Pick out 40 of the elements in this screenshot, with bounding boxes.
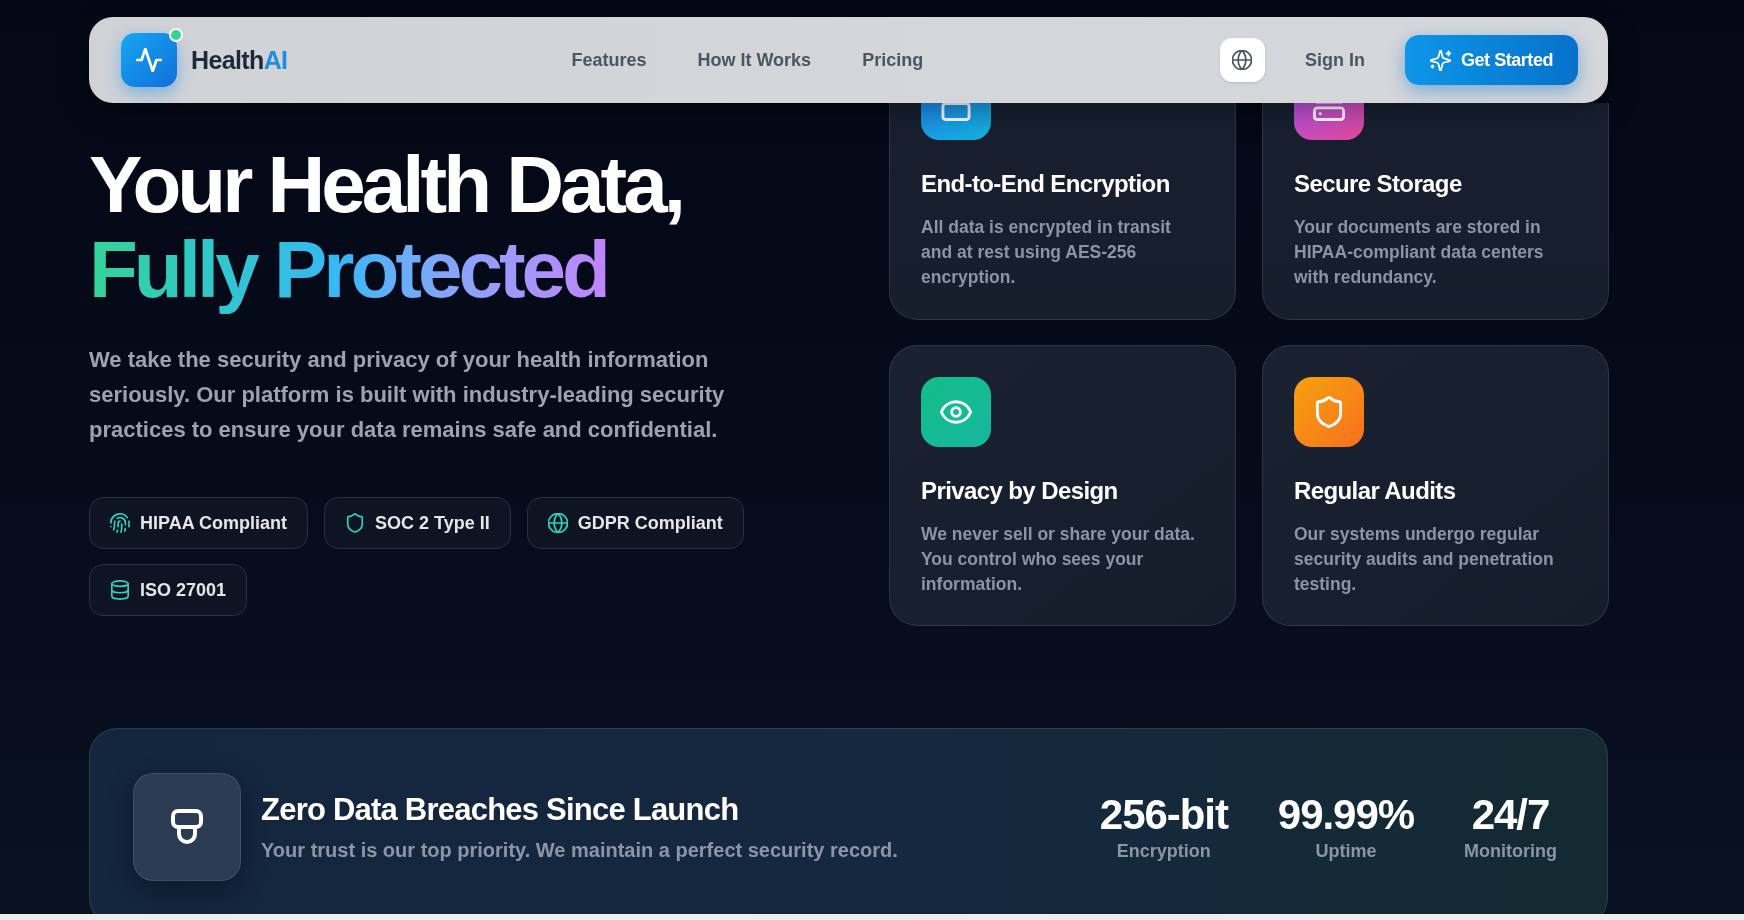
feature-title: End-to-End Encryption <box>921 169 1171 199</box>
shield-icon <box>345 513 365 533</box>
feature-title: Secure Storage <box>1294 169 1463 199</box>
stat-label: Monitoring <box>1464 839 1557 863</box>
stat-label: Uptime <box>1315 839 1377 863</box>
stat-value: 256-bit <box>1099 791 1228 838</box>
get-started-button[interactable]: Get Started <box>1404 35 1578 85</box>
eye-icon <box>921 377 991 447</box>
stat-value: 24/7 <box>1471 791 1550 838</box>
sparkles-icon <box>1429 49 1451 71</box>
feature-title: Privacy by Design <box>921 476 1119 506</box>
hero-title: Your Health Data, Fully Protected <box>89 142 683 312</box>
database-icon <box>110 580 130 600</box>
fingerprint-icon <box>110 513 130 533</box>
stat-value: 99.99% <box>1277 791 1414 838</box>
feature-description: Your documents are stored in HIPAA-compliant data centers with redundancy. <box>1294 216 1545 289</box>
banner-subtitle: Your trust is our top priority. We maintain a perfect security record. <box>261 837 898 863</box>
feature-description: All data is encrypted in transit and at rest using AES-256 encryption. <box>921 216 1172 289</box>
globe-icon <box>547 513 568 533</box>
feature-description: Our systems undergo regular security audits and penetration testing. <box>1294 523 1555 596</box>
badge-icon <box>133 773 241 881</box>
stat-label: Encryption <box>1116 839 1211 863</box>
badge-label: ISO 27001 <box>140 579 227 602</box>
logo-icon <box>121 33 177 87</box>
shield-icon <box>1294 377 1364 447</box>
sign-in-link[interactable]: Sign In <box>1304 47 1365 73</box>
horizontal-scrollbar[interactable] <box>0 914 1744 920</box>
feature-description: We never sell or share your data. You control who sees your information. <box>921 523 1196 596</box>
feature-title: Regular Audits <box>1294 476 1457 506</box>
badge-label: GDPR Compliant <box>577 512 723 535</box>
brand-name: HealthAI <box>191 45 288 76</box>
globe-icon <box>1232 50 1253 70</box>
badge-label: HIPAA Compliant <box>140 512 287 535</box>
badge-label: SOC 2 Type II <box>375 512 490 535</box>
nav-link[interactable]: How It Works <box>697 47 812 73</box>
hero-description: We take the security and privacy of your health information seriously. Our platform is built with industry-leading security practices to ensure your data remains safe and confidential. <box>89 346 726 444</box>
language-button[interactable] <box>1219 38 1265 82</box>
nav-link[interactable]: Features <box>571 47 647 73</box>
banner-title: Zero Data Breaches Since Launch <box>261 791 740 828</box>
nav-link[interactable]: Pricing <box>862 47 924 73</box>
